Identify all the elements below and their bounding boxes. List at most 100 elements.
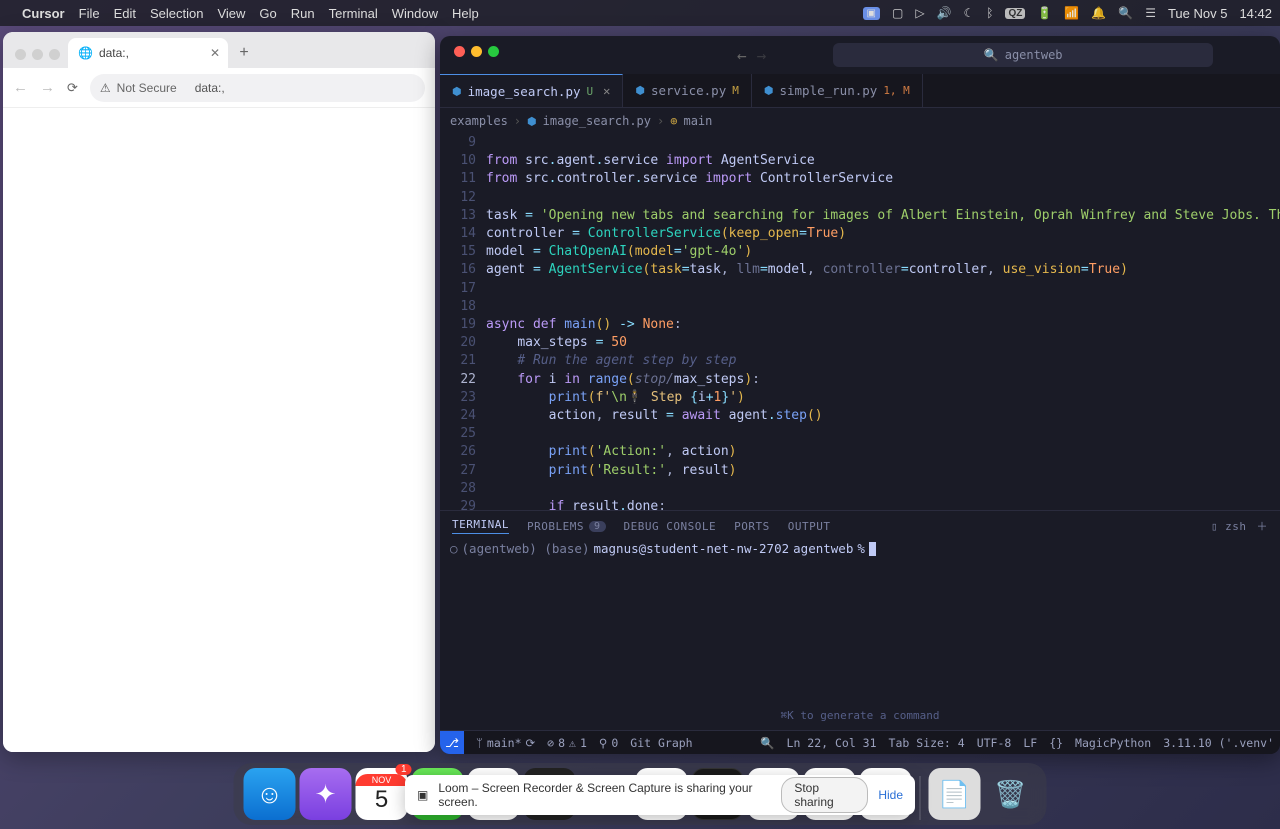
panel-tab-output[interactable]: OUTPUT xyxy=(788,520,831,533)
nav-back-icon[interactable]: ← xyxy=(737,46,747,65)
hide-button[interactable]: Hide xyxy=(878,788,903,802)
panel-tab-problems[interactable]: PROBLEMS9 xyxy=(527,520,606,533)
term-cwd: agentweb xyxy=(793,541,853,556)
menu-view[interactable]: View xyxy=(217,6,245,21)
diagnostics[interactable]: ⊘8⚠1 xyxy=(547,736,587,750)
browser-viewport[interactable] xyxy=(3,108,435,752)
cal-day: 5 xyxy=(375,786,388,814)
back-button[interactable]: ← xyxy=(13,79,28,96)
menu-window[interactable]: Window xyxy=(392,6,438,21)
branch-icon: ᛘ xyxy=(476,736,483,750)
encoding[interactable]: UTF-8 xyxy=(977,736,1012,750)
warning-icon: ⚠ xyxy=(569,736,576,750)
new-terminal-button[interactable]: ＋ xyxy=(1257,518,1269,534)
radio-status[interactable]: ⚲0 xyxy=(599,736,618,750)
shell-picker[interactable]: ▯ zsh xyxy=(1211,520,1247,533)
sync-icon[interactable]: ⟳ xyxy=(526,736,536,750)
play-icon[interactable]: ▷ xyxy=(915,6,924,20)
menu-go[interactable]: Go xyxy=(259,6,276,21)
screen-record-icon[interactable]: ▣ xyxy=(863,7,880,20)
notif-text: Loom – Screen Recorder & Screen Capture … xyxy=(438,781,761,809)
not-secure-label: Not Secure xyxy=(117,81,177,95)
moon-icon[interactable]: ☾ xyxy=(964,6,975,20)
panel-tab-debug[interactable]: DEBUG CONSOLE xyxy=(624,520,717,533)
terminal-cursor xyxy=(869,542,876,556)
tab-size[interactable]: Tab Size: 4 xyxy=(889,736,965,750)
editor-window: ← → 🔍 agentweb ⬢ image_search.py U ✕ ⬢ s… xyxy=(440,36,1280,754)
panel-tab-ports[interactable]: PORTS xyxy=(734,520,770,533)
minimize-dot-icon[interactable] xyxy=(471,46,482,57)
python-file-icon: ⬢ xyxy=(527,115,537,128)
dock-separator xyxy=(920,776,921,820)
bluetooth-icon[interactable]: ᛒ xyxy=(986,6,993,20)
radio-icon: ⚲ xyxy=(599,736,607,750)
fullscreen-dot-icon[interactable] xyxy=(488,46,499,57)
python-version[interactable]: 3.11.10 ('.venv' xyxy=(1163,736,1274,750)
terminal[interactable]: ○ (agentweb) (base) magnus@student-net-n… xyxy=(440,541,1280,730)
tab-label: image_search.py xyxy=(468,84,581,99)
dock-trash[interactable]: 🗑️ xyxy=(985,768,1037,820)
git-graph-button[interactable]: Git Graph xyxy=(630,736,692,750)
dock-app-purple[interactable]: ✦ xyxy=(300,768,352,820)
menu-help[interactable]: Help xyxy=(452,6,479,21)
zoom-icon[interactable]: 🔍 xyxy=(760,736,774,750)
fullscreen-dot-icon[interactable] xyxy=(49,49,60,60)
close-icon[interactable]: ✕ xyxy=(603,84,610,98)
tab-status: M xyxy=(732,84,739,97)
menu-file[interactable]: File xyxy=(79,6,100,21)
dock-finder[interactable]: ☺ xyxy=(244,768,296,820)
stop-sharing-button[interactable]: Stop sharing xyxy=(781,777,868,813)
battery-icon[interactable]: 🔋 xyxy=(1037,6,1052,20)
control-center-icon[interactable]: ☰ xyxy=(1145,6,1156,20)
new-tab-button[interactable]: + xyxy=(232,44,256,62)
panel-tab-terminal[interactable]: TERMINAL xyxy=(452,518,509,534)
menu-selection[interactable]: Selection xyxy=(150,6,203,21)
url-bar[interactable]: ⚠ Not Secure data:, xyxy=(90,74,425,102)
menubar-time[interactable]: 14:42 xyxy=(1239,6,1272,21)
menu-run[interactable]: Run xyxy=(291,6,315,21)
browser-window: 🌐 data:, ✕ + ← → ⟳ ⚠ Not Secure data:, xyxy=(3,32,435,752)
git-branch[interactable]: ᛘmain*⟳ xyxy=(476,736,535,750)
language-mode[interactable]: MagicPython xyxy=(1075,736,1151,750)
browser-tab[interactable]: 🌐 data:, ✕ xyxy=(68,38,228,68)
code-editor[interactable]: 9101112131415161718192021222324252627282… xyxy=(440,134,1280,510)
close-dot-icon[interactable] xyxy=(454,46,465,57)
cursor-position[interactable]: Ln 22, Col 31 xyxy=(787,736,877,750)
tab-status: U xyxy=(587,85,594,98)
python-file-icon: ⬢ xyxy=(452,85,462,98)
bottom-panel: TERMINAL PROBLEMS9 DEBUG CONSOLE PORTS O… xyxy=(440,510,1280,730)
menu-edit[interactable]: Edit xyxy=(114,6,136,21)
breadcrumb-folder[interactable]: examples xyxy=(450,114,508,128)
forward-button[interactable]: → xyxy=(40,79,55,96)
python-file-icon: ⬢ xyxy=(764,84,774,97)
reload-button[interactable]: ⟳ xyxy=(67,80,78,96)
notification-icon[interactable]: 🔔 xyxy=(1091,6,1106,20)
tab-service[interactable]: ⬢ service.py M xyxy=(623,74,752,107)
eol[interactable]: LF xyxy=(1023,736,1037,750)
cal-badge: 1 xyxy=(396,764,412,775)
search-icon[interactable]: 🔍 xyxy=(1118,6,1133,20)
tab-image-search[interactable]: ⬢ image_search.py U ✕ xyxy=(440,74,623,107)
command-hint: ⌘K to generate a command xyxy=(781,709,940,722)
dock-calendar[interactable]: NOV 5 1 xyxy=(356,768,408,820)
tab-close-icon[interactable]: ✕ xyxy=(210,46,220,60)
wifi-icon[interactable]: 📶 xyxy=(1064,6,1079,20)
close-dot-icon[interactable] xyxy=(15,49,26,60)
command-center[interactable]: 🔍 agentweb xyxy=(833,43,1213,67)
breadcrumb-file[interactable]: image_search.py xyxy=(543,114,651,128)
breadcrumb-symbol[interactable]: main xyxy=(683,114,712,128)
volume-icon[interactable]: 🔊 xyxy=(937,6,952,20)
dock-document[interactable]: 📄 xyxy=(929,768,981,820)
qz-badge[interactable]: QZ xyxy=(1005,8,1025,19)
nav-forward-icon[interactable]: → xyxy=(757,46,767,65)
tab-label: service.py xyxy=(651,83,726,98)
remote-button[interactable]: ⎇ xyxy=(440,731,464,755)
app-name[interactable]: Cursor xyxy=(22,6,65,21)
minimize-dot-icon[interactable] xyxy=(32,49,43,60)
menubar-date[interactable]: Tue Nov 5 xyxy=(1168,6,1228,21)
breadcrumb[interactable]: examples › ⬢ image_search.py › ⊕ main xyxy=(440,108,1280,134)
tab-simple-run[interactable]: ⬢ simple_run.py 1, M xyxy=(752,74,923,107)
display-icon[interactable]: ▢ xyxy=(892,6,903,20)
menu-terminal[interactable]: Terminal xyxy=(329,6,378,21)
code-content[interactable]: from src.agent.service import AgentServi… xyxy=(486,134,1280,510)
